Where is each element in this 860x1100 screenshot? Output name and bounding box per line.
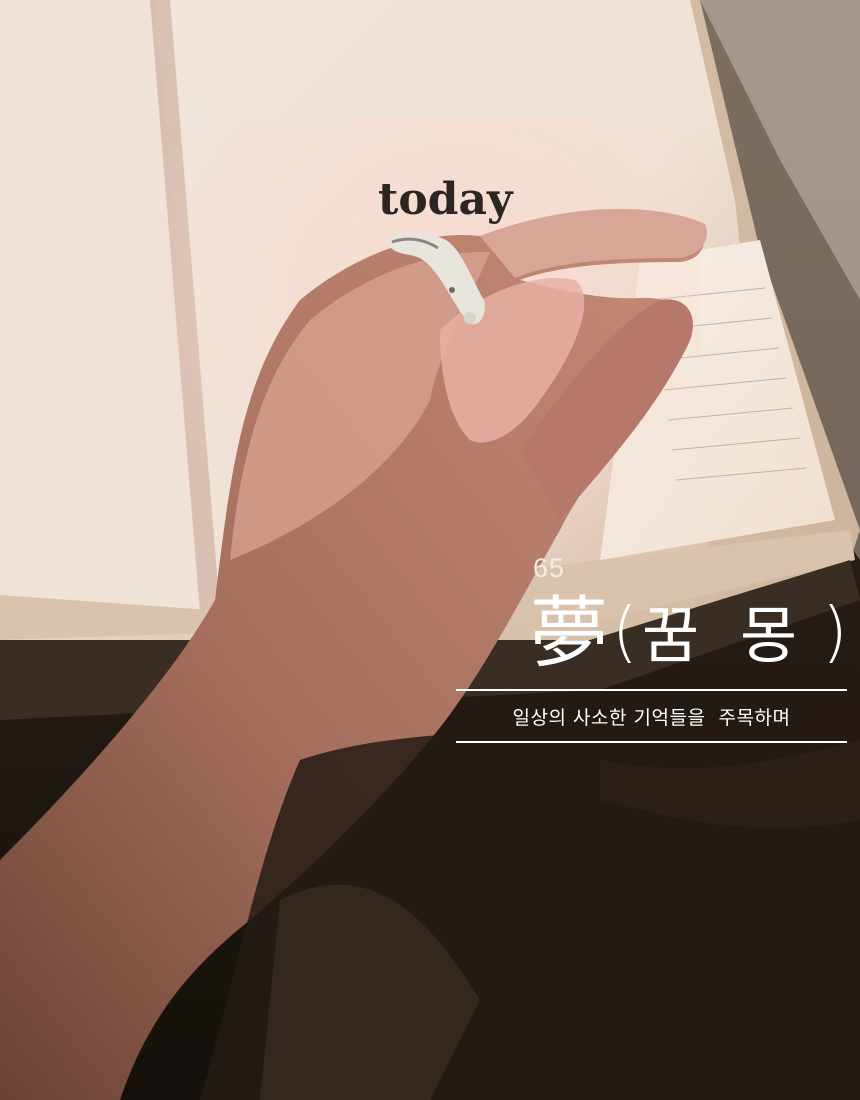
title: 夢 ( 꿈 몽 ): [530, 590, 850, 680]
title-close-paren: ): [822, 593, 848, 670]
divider-top: [456, 689, 847, 691]
title-hanja: 夢: [530, 589, 609, 679]
text-overlay: 65 夢 ( 꿈 몽 ) 일상의 사소한 기억들을 주목하며: [0, 0, 860, 1100]
title-korean-reading: 몽: [740, 599, 798, 672]
title-open-paren: (: [612, 593, 638, 670]
issue-number: 65: [533, 553, 566, 583]
divider-bottom: [456, 741, 847, 743]
subtitle: 일상의 사소한 기억들을 주목하며: [512, 707, 791, 729]
title-korean-meaning: 꿈: [642, 599, 700, 672]
